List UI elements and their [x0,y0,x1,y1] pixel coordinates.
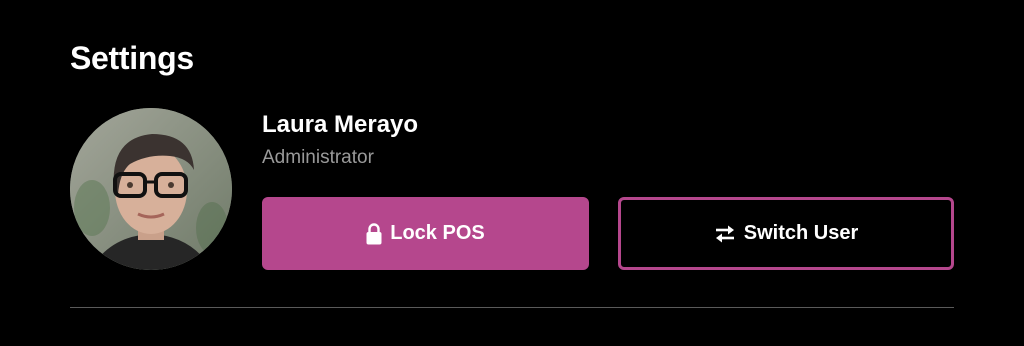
switch-user-label: Switch User [743,222,859,244]
switch-user-button[interactable]: Switch User [618,197,954,270]
divider [70,307,954,308]
avatar [70,108,232,270]
avatar-image [70,108,232,270]
lock-icon [366,222,382,245]
settings-page: Settings Laura Merayo Administrator Lock… [0,0,1024,346]
swap-arrows-icon [714,224,736,244]
page-title: Settings [70,40,194,76]
user-role: Administrator [262,147,374,168]
user-name: Laura Merayo [262,111,419,138]
lock-pos-button[interactable]: Lock POS [262,197,589,270]
lock-pos-label: Lock POS [390,222,485,244]
